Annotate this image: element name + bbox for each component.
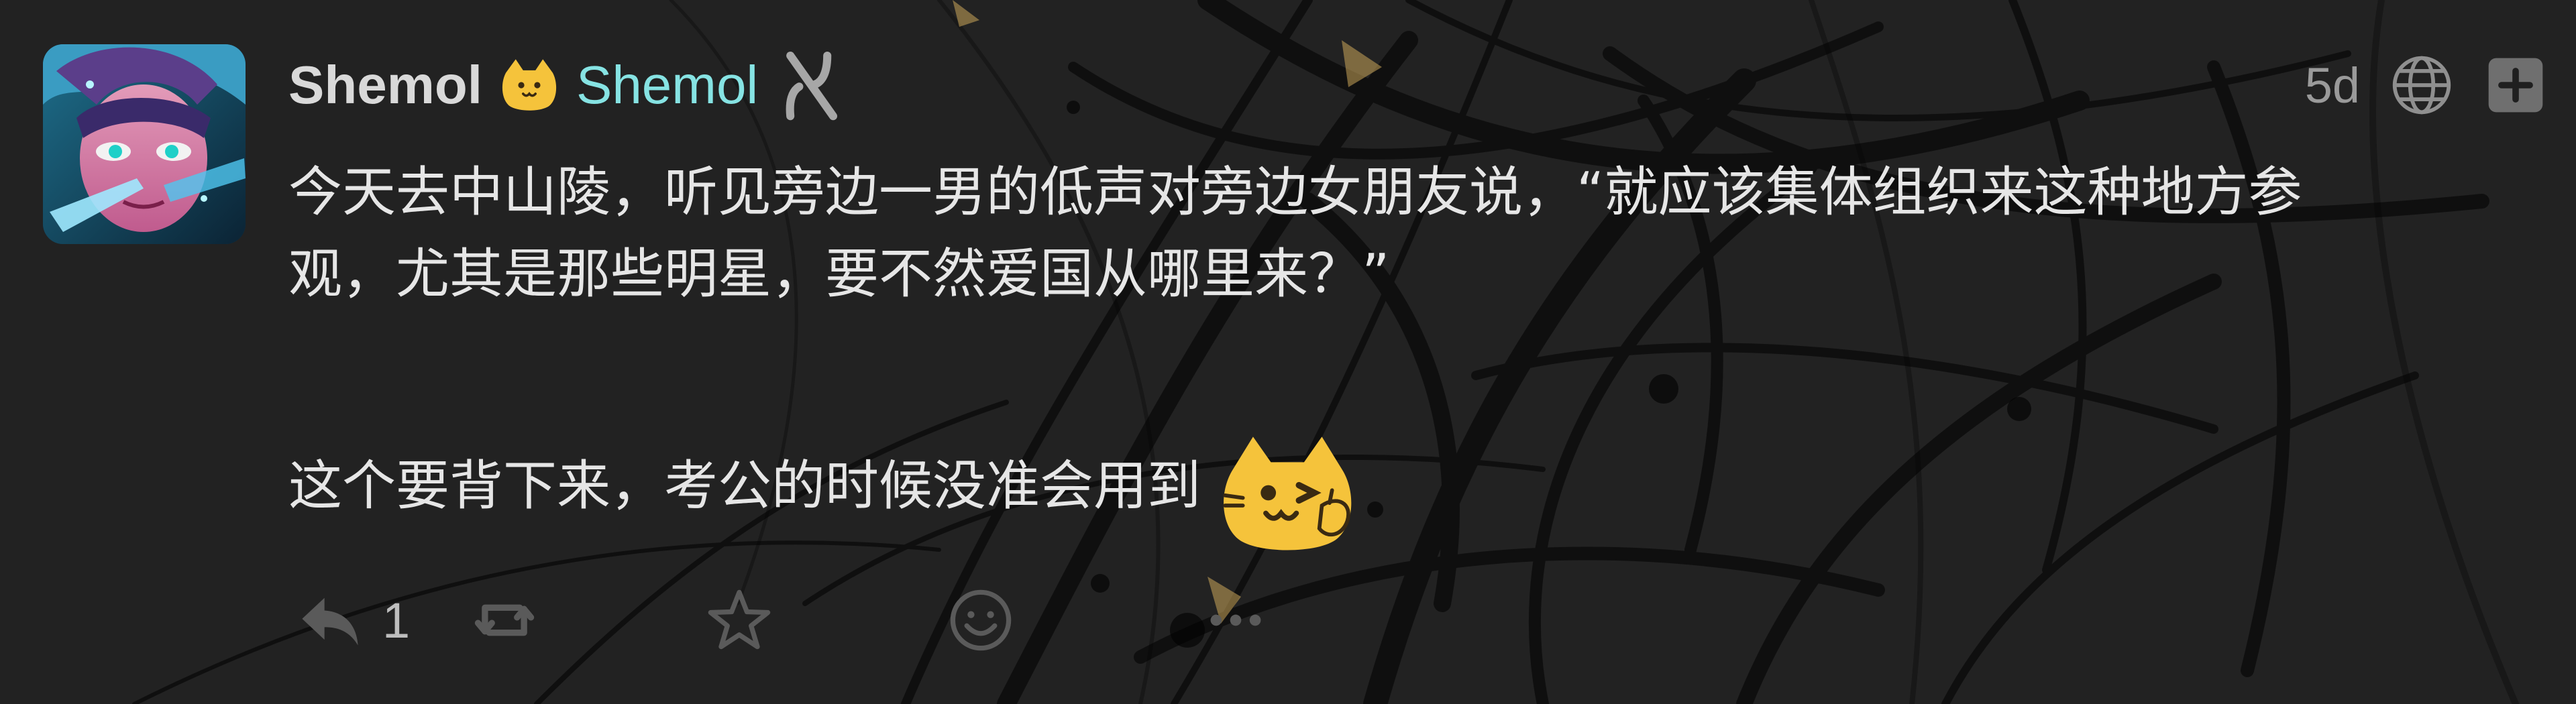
smiley-icon — [950, 589, 1012, 651]
body-line: 今天去中山陵，听见旁边一男的低声对旁边女朋友说，“就应该集体组织来这种地方参 — [288, 161, 2302, 223]
user-handle[interactable]: Shemol — [576, 54, 758, 116]
reply-button[interactable]: 1 — [295, 583, 470, 657]
renote-button[interactable] — [470, 583, 704, 657]
reaction-button[interactable] — [946, 583, 1201, 657]
display-name[interactable]: Shemol — [288, 54, 482, 116]
plus-icon[interactable] — [2483, 53, 2548, 117]
note-meta: 5d — [2305, 48, 2548, 122]
cat-face-icon — [502, 59, 557, 111]
favorite-button[interactable] — [704, 583, 946, 657]
reply-count: 1 — [382, 592, 411, 648]
note-body: 今天去中山陵，听见旁边一男的低声对旁边女朋友说，“就应该集体组织来这种地方参 观… — [288, 152, 2529, 556]
anime-avatar-image — [43, 44, 246, 244]
body-line: 这个要背下来，考公的时候没准会用到 — [288, 455, 1201, 517]
body-line: 观，尤其是那些明星，要不然爱国从哪里来？” — [288, 243, 1390, 305]
note-time[interactable]: 5d — [2305, 57, 2360, 114]
renote-icon — [474, 604, 535, 636]
note-actions: 1 — [295, 583, 1271, 657]
reply-icon — [302, 597, 358, 646]
note-header: Shemol Shemol — [288, 48, 848, 122]
more-button[interactable] — [1201, 583, 1271, 657]
globe-icon[interactable] — [2390, 53, 2454, 117]
aleph-icon — [786, 51, 838, 121]
avatar[interactable] — [43, 44, 246, 244]
ellipsis-icon — [1210, 614, 1261, 626]
wink-cat-emoji — [1223, 436, 1352, 550]
star-icon — [708, 589, 771, 650]
note-card: Shemol Shemol 5d 今天去中山陵，听见旁边一男的低声对旁边女朋友说… — [0, 0, 2576, 704]
body-line-with-emoji: 这个要背下来，考公的时候没准会用到 — [288, 416, 2529, 556]
